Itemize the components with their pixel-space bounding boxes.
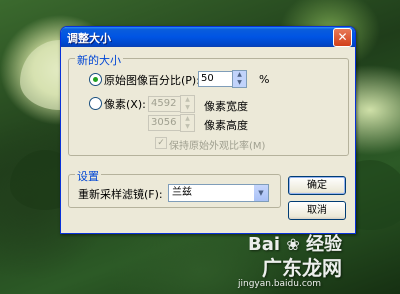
percent-spinner[interactable]: ▲ ▼ — [232, 70, 247, 88]
new-size-group: 新的大小 原始图像百分比(P): 50 ▲ ▼ % 像素(X): 4592 ▲ ▼ … — [68, 52, 349, 156]
filter-label: 重新采样滤镜(F): — [78, 188, 163, 201]
spin-up-icon[interactable]: ▲ — [181, 96, 194, 104]
ok-button[interactable]: 确定 — [288, 176, 346, 195]
url-watermark: jingyan.baidu.com — [238, 279, 322, 289]
spin-down-icon[interactable]: ▼ — [181, 123, 194, 131]
height-spinner[interactable]: ▲ ▼ — [180, 114, 195, 132]
spin-up-icon[interactable]: ▲ — [181, 115, 194, 123]
chevron-down-icon[interactable]: ▼ — [254, 185, 268, 201]
settings-group: 设置 重新采样滤镜(F): 兰兹 ▼ — [68, 168, 281, 208]
spin-down-icon[interactable]: ▼ — [181, 104, 194, 112]
height-label: 像素高度 — [204, 119, 248, 132]
close-button[interactable]: ✕ — [333, 28, 352, 47]
percent-radio[interactable] — [89, 73, 102, 86]
site-watermark: 广东龙网 — [262, 256, 342, 280]
spin-down-icon[interactable]: ▼ — [233, 79, 246, 87]
filter-select[interactable]: 兰兹 ▼ — [168, 184, 269, 202]
percent-unit: % — [259, 73, 270, 86]
keep-ratio-label[interactable]: 保持原始外观比率(M) — [169, 137, 265, 152]
new-size-group-label: 新的大小 — [75, 52, 123, 68]
close-icon: ✕ — [337, 30, 348, 44]
filter-select-value: 兰兹 — [172, 187, 192, 198]
width-spinner[interactable]: ▲ ▼ — [180, 95, 195, 113]
title-bar[interactable]: 调整大小 ✕ — [61, 27, 355, 47]
pixel-radio[interactable] — [89, 97, 102, 110]
percent-input[interactable]: 50 — [198, 71, 234, 87]
width-label: 像素宽度 — [204, 100, 248, 113]
settings-group-label: 设置 — [75, 168, 101, 184]
percent-option-label[interactable]: 原始图像百分比(P): — [104, 72, 200, 88]
spin-up-icon[interactable]: ▲ — [233, 71, 246, 79]
keep-ratio-checkbox[interactable]: ✓ — [155, 137, 167, 149]
dialog-title: 调整大小 — [67, 32, 111, 45]
pixel-option-label[interactable]: 像素(X): — [104, 96, 146, 112]
cancel-button[interactable]: 取消 — [288, 201, 346, 220]
resize-dialog: 调整大小 ✕ 新的大小 原始图像百分比(P): 50 ▲ ▼ % 像素(X): 4… — [60, 26, 356, 234]
